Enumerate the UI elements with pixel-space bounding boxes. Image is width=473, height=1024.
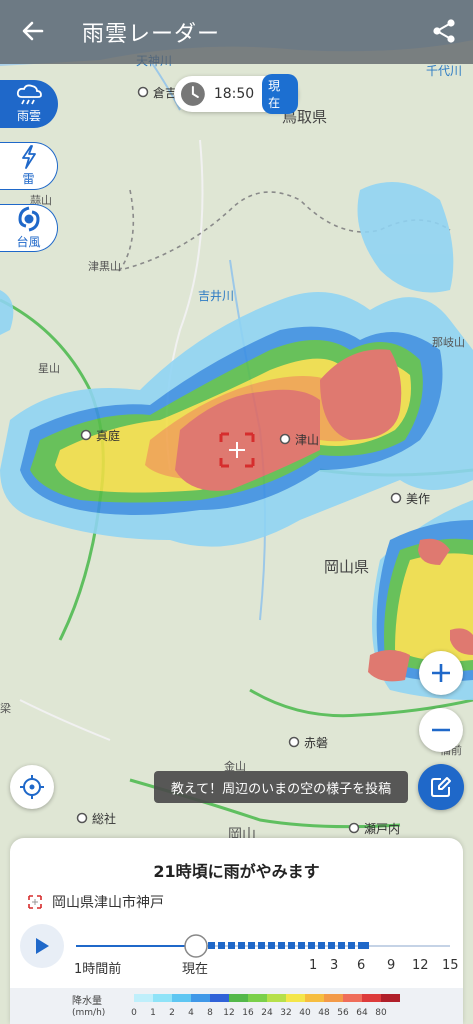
legend-swatch bbox=[267, 994, 286, 1002]
location-marker-icon bbox=[28, 895, 42, 909]
lightning-icon bbox=[21, 145, 36, 169]
precipitation-legend: 降水量 (mm/h) 0 1 2 4 8 12 16 24 32 40 48 56 64 80 bbox=[10, 988, 463, 1024]
legend-unit: (mm/h) bbox=[72, 1008, 106, 1018]
tick-label: 6 bbox=[357, 958, 366, 973]
clock-icon bbox=[180, 82, 205, 106]
legend-value-label: 48 bbox=[318, 1008, 330, 1018]
tick-label: 3 bbox=[330, 958, 339, 973]
time-text: 18:50 bbox=[213, 86, 255, 102]
legend-value-label: 4 bbox=[188, 1008, 194, 1018]
rain-cloud-icon bbox=[16, 84, 42, 105]
plus-icon bbox=[432, 664, 450, 682]
legend-swatch bbox=[134, 994, 153, 1002]
now-badge: 現在 bbox=[262, 74, 298, 114]
play-icon bbox=[36, 938, 49, 954]
legend-swatch bbox=[210, 994, 229, 1002]
legend-swatch bbox=[324, 994, 343, 1002]
share-button[interactable] bbox=[429, 16, 459, 46]
location-row: 岡山県津山市神戸 bbox=[28, 892, 164, 912]
legend-value-label: 40 bbox=[299, 1008, 311, 1018]
timeline-slider[interactable] bbox=[76, 934, 450, 958]
legend-value-label: 16 bbox=[242, 1008, 254, 1018]
tool-lightning[interactable]: 雷 bbox=[0, 142, 58, 190]
legend-value-label: 64 bbox=[356, 1008, 368, 1018]
play-button[interactable] bbox=[20, 924, 64, 968]
tool-label: 雨雲 bbox=[16, 109, 41, 123]
legend-value-label: 32 bbox=[280, 1008, 292, 1018]
arrow-left-icon bbox=[22, 21, 44, 41]
location-name: 岡山県津山市神戸 bbox=[52, 895, 164, 911]
tool-rain-cloud[interactable]: 雨雲 bbox=[0, 80, 58, 128]
legend-swatch bbox=[343, 994, 362, 1002]
tick-label: 9 bbox=[387, 958, 396, 973]
minus-icon bbox=[432, 728, 450, 732]
tick-label: 15 bbox=[442, 958, 459, 973]
legend-value-label: 1 bbox=[150, 1008, 156, 1018]
legend-value-label: 8 bbox=[207, 1008, 213, 1018]
legend-value-label: 0 bbox=[131, 1008, 137, 1018]
tick-label: 1 bbox=[309, 958, 318, 973]
forecast-message: 21時頃に雨がやみます bbox=[153, 862, 320, 881]
forecast-panel: 21時頃に雨がやみます 岡山県津山市神戸 1時間前 現在 1 3 6 9 12 … bbox=[10, 838, 463, 1024]
time-indicator[interactable]: 18:50 現在 bbox=[174, 74, 298, 114]
legend-swatch bbox=[286, 994, 305, 1002]
legend-swatch bbox=[229, 994, 248, 1002]
tool-typhoon[interactable]: 台風 bbox=[0, 204, 58, 252]
legend-value-label: 56 bbox=[337, 1008, 349, 1018]
typhoon-icon bbox=[17, 206, 40, 232]
post-button[interactable] bbox=[418, 764, 464, 810]
tick-label: 1時間前 bbox=[74, 962, 122, 977]
post-tooltip: 教えて！周辺のいまの空の様子を投稿 bbox=[154, 771, 408, 803]
legend-value-label: 2 bbox=[169, 1008, 175, 1018]
legend-swatch bbox=[305, 994, 324, 1002]
legend-swatch bbox=[172, 994, 191, 1002]
page-title: 雨雲レーダー bbox=[82, 22, 221, 47]
app-header: 雨雲レーダー bbox=[0, 0, 473, 64]
legend-title: 降水量 bbox=[72, 996, 102, 1007]
current-location-button[interactable] bbox=[10, 765, 54, 809]
legend-value-label: 24 bbox=[261, 1008, 273, 1018]
share-icon bbox=[433, 19, 455, 43]
legend-swatch bbox=[153, 994, 172, 1002]
zoom-out-button[interactable] bbox=[419, 708, 463, 752]
tool-label: 台風 bbox=[16, 235, 41, 249]
crosshair-icon bbox=[20, 775, 44, 799]
legend-value-label: 80 bbox=[375, 1008, 387, 1018]
tool-label: 雷 bbox=[22, 172, 35, 186]
legend-swatch bbox=[381, 994, 400, 1002]
tick-label: 現在 bbox=[182, 962, 209, 977]
legend-swatch bbox=[191, 994, 210, 1002]
zoom-in-button[interactable] bbox=[419, 651, 463, 695]
legend-value-label: 12 bbox=[223, 1008, 235, 1018]
tick-label: 12 bbox=[412, 958, 429, 973]
back-button[interactable] bbox=[18, 14, 48, 48]
edit-icon bbox=[431, 777, 451, 797]
legend-swatch bbox=[362, 994, 381, 1002]
legend-swatch bbox=[248, 994, 267, 1002]
